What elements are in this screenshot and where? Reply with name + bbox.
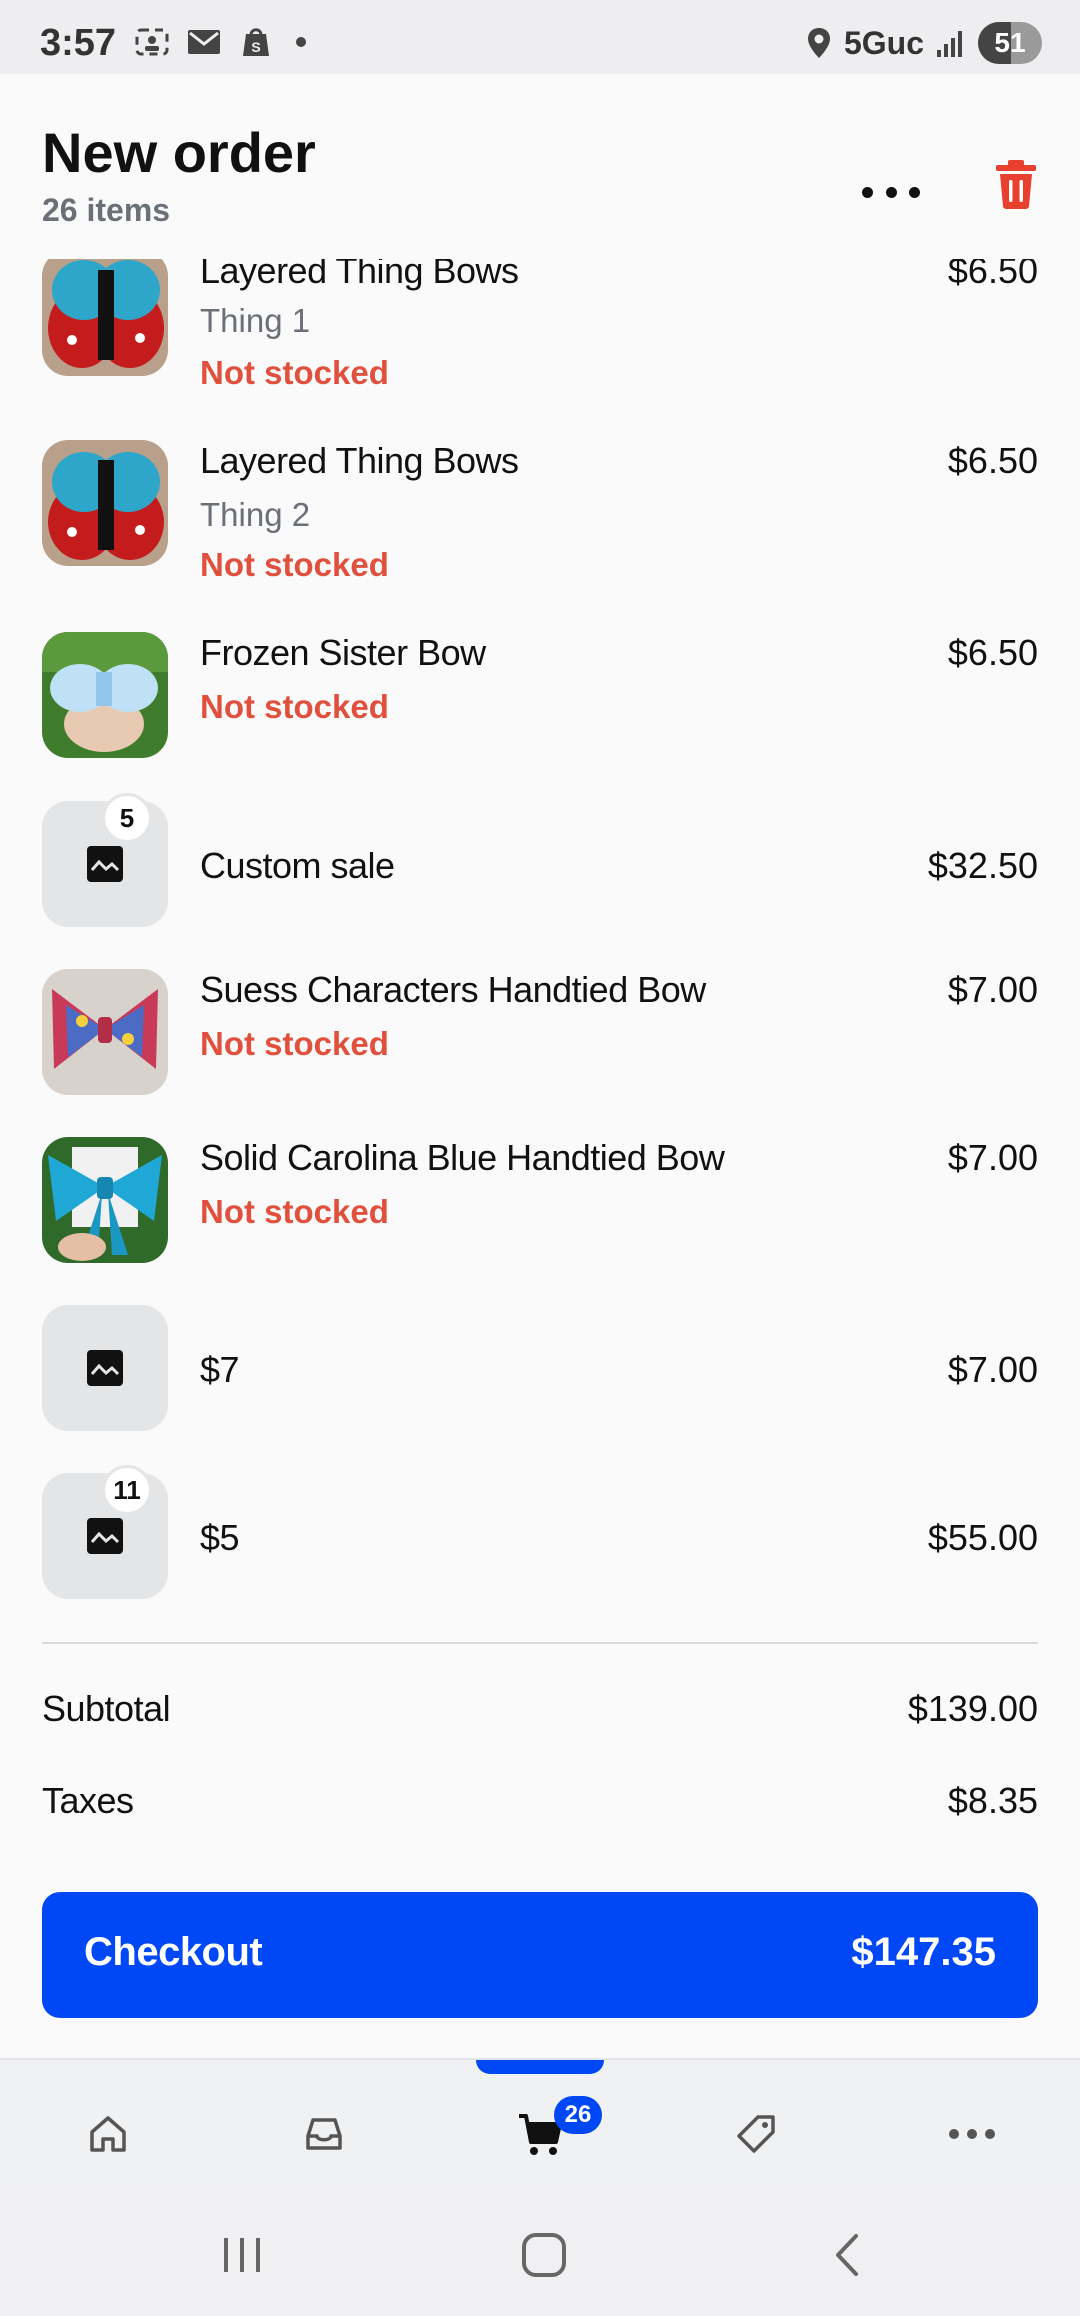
location-icon	[807, 28, 830, 58]
battery-level: 51	[994, 27, 1026, 58]
more-icon	[949, 2129, 995, 2139]
notification-dot	[296, 37, 306, 47]
item-name: $7	[200, 1349, 240, 1390]
more-horizontal-icon	[862, 186, 873, 198]
item-name: Layered Thing Bows	[200, 440, 519, 481]
trash-icon[interactable]	[994, 156, 1038, 210]
status-notification-icons: S	[134, 26, 306, 58]
item-price: $7.00	[947, 1137, 1038, 1178]
checkout-label: Checkout	[84, 1930, 263, 1974]
taxes-value: $8.35	[947, 1780, 1038, 1821]
item-name: Suess Characters Handtied Bow	[200, 969, 706, 1010]
order-screen: Layered Thing Bows Thing 1 Not stocked $…	[0, 74, 1080, 2058]
stock-status: Not stocked	[200, 1025, 389, 1062]
nav-home[interactable]	[78, 2104, 138, 2164]
item-thumbnail	[42, 969, 168, 1095]
tag-icon	[737, 2115, 775, 2153]
quantity-badge: 11	[102, 1465, 152, 1515]
subtotal-value: $139.00	[907, 1688, 1038, 1729]
suess-bow-photo-icon	[42, 969, 168, 1095]
quantity-badge: 5	[102, 793, 152, 843]
item-price: $6.50	[947, 632, 1038, 673]
checkout-button[interactable]: Checkout $147.35	[42, 1892, 1038, 2018]
item-price: $6.50	[947, 440, 1038, 481]
screenshot-icon	[135, 28, 169, 56]
image-placeholder-icon	[87, 846, 123, 882]
image-placeholder-icon	[87, 1518, 123, 1554]
item-price: $7.00	[947, 1349, 1038, 1390]
item-name: $5	[200, 1517, 240, 1558]
stock-status: Not stocked	[200, 354, 389, 391]
item-price: $7.00	[947, 969, 1038, 1010]
home-icon	[90, 2116, 126, 2152]
battery-icon: 51	[978, 22, 1042, 64]
item-price: $55.00	[927, 1517, 1038, 1558]
stock-status: Not stocked	[200, 1193, 389, 1230]
taxes-label: Taxes	[42, 1780, 134, 1821]
system-navigation-bar	[0, 2188, 1080, 2316]
status-time: 3:57	[40, 22, 117, 64]
item-variant: Thing 2	[200, 496, 311, 533]
nav-orders[interactable]	[294, 2104, 354, 2164]
item-thumbnail	[42, 440, 168, 566]
stock-status: Not stocked	[200, 688, 389, 725]
bottom-navigation	[0, 2058, 1080, 2188]
shopify-icon: S	[243, 28, 269, 56]
nav-more[interactable]	[942, 2104, 1002, 2164]
cart-count-badge: 26	[554, 2096, 602, 2134]
bows-photo-icon	[42, 440, 168, 566]
signal-icon	[937, 31, 962, 57]
stock-status: Not stocked	[200, 546, 389, 583]
checkout-total: $147.35	[851, 1930, 996, 1974]
home-button[interactable]	[514, 2230, 574, 2280]
item-thumbnail	[42, 250, 168, 376]
item-count: 26 items	[42, 192, 171, 228]
page-title: New order	[42, 121, 316, 184]
item-thumbnail	[42, 632, 168, 758]
svg-text:S: S	[251, 39, 260, 55]
blue-bow-photo-icon	[42, 1137, 168, 1263]
item-name: Frozen Sister Bow	[200, 632, 486, 673]
item-variant: Thing 1	[200, 302, 311, 339]
mail-icon	[188, 30, 220, 54]
status-system-icons: 5Guc 51	[806, 22, 1042, 64]
summary-divider	[42, 1642, 1038, 1644]
image-placeholder-icon	[87, 1350, 123, 1386]
nav-products[interactable]	[726, 2104, 786, 2164]
status-bar: 3:57 S 5Guc 51	[0, 0, 1080, 74]
order-header: New order 26 items	[0, 74, 1080, 259]
network-type: 5Guc	[843, 24, 924, 61]
bows-photo-icon	[42, 250, 168, 376]
item-name: Solid Carolina Blue Handtied Bow	[200, 1137, 725, 1178]
active-tab-indicator	[476, 2060, 604, 2074]
item-name: Custom sale	[200, 845, 395, 886]
recents-button[interactable]	[212, 2230, 272, 2280]
item-price: $32.50	[927, 845, 1038, 886]
frozen-bow-photo-icon	[42, 632, 168, 758]
more-options-button[interactable]	[862, 170, 920, 214]
item-thumbnail	[42, 1137, 168, 1263]
orders-icon	[306, 2118, 342, 2150]
back-button[interactable]	[818, 2230, 878, 2280]
item-thumbnail	[42, 1305, 168, 1431]
subtotal-label: Subtotal	[42, 1688, 171, 1729]
